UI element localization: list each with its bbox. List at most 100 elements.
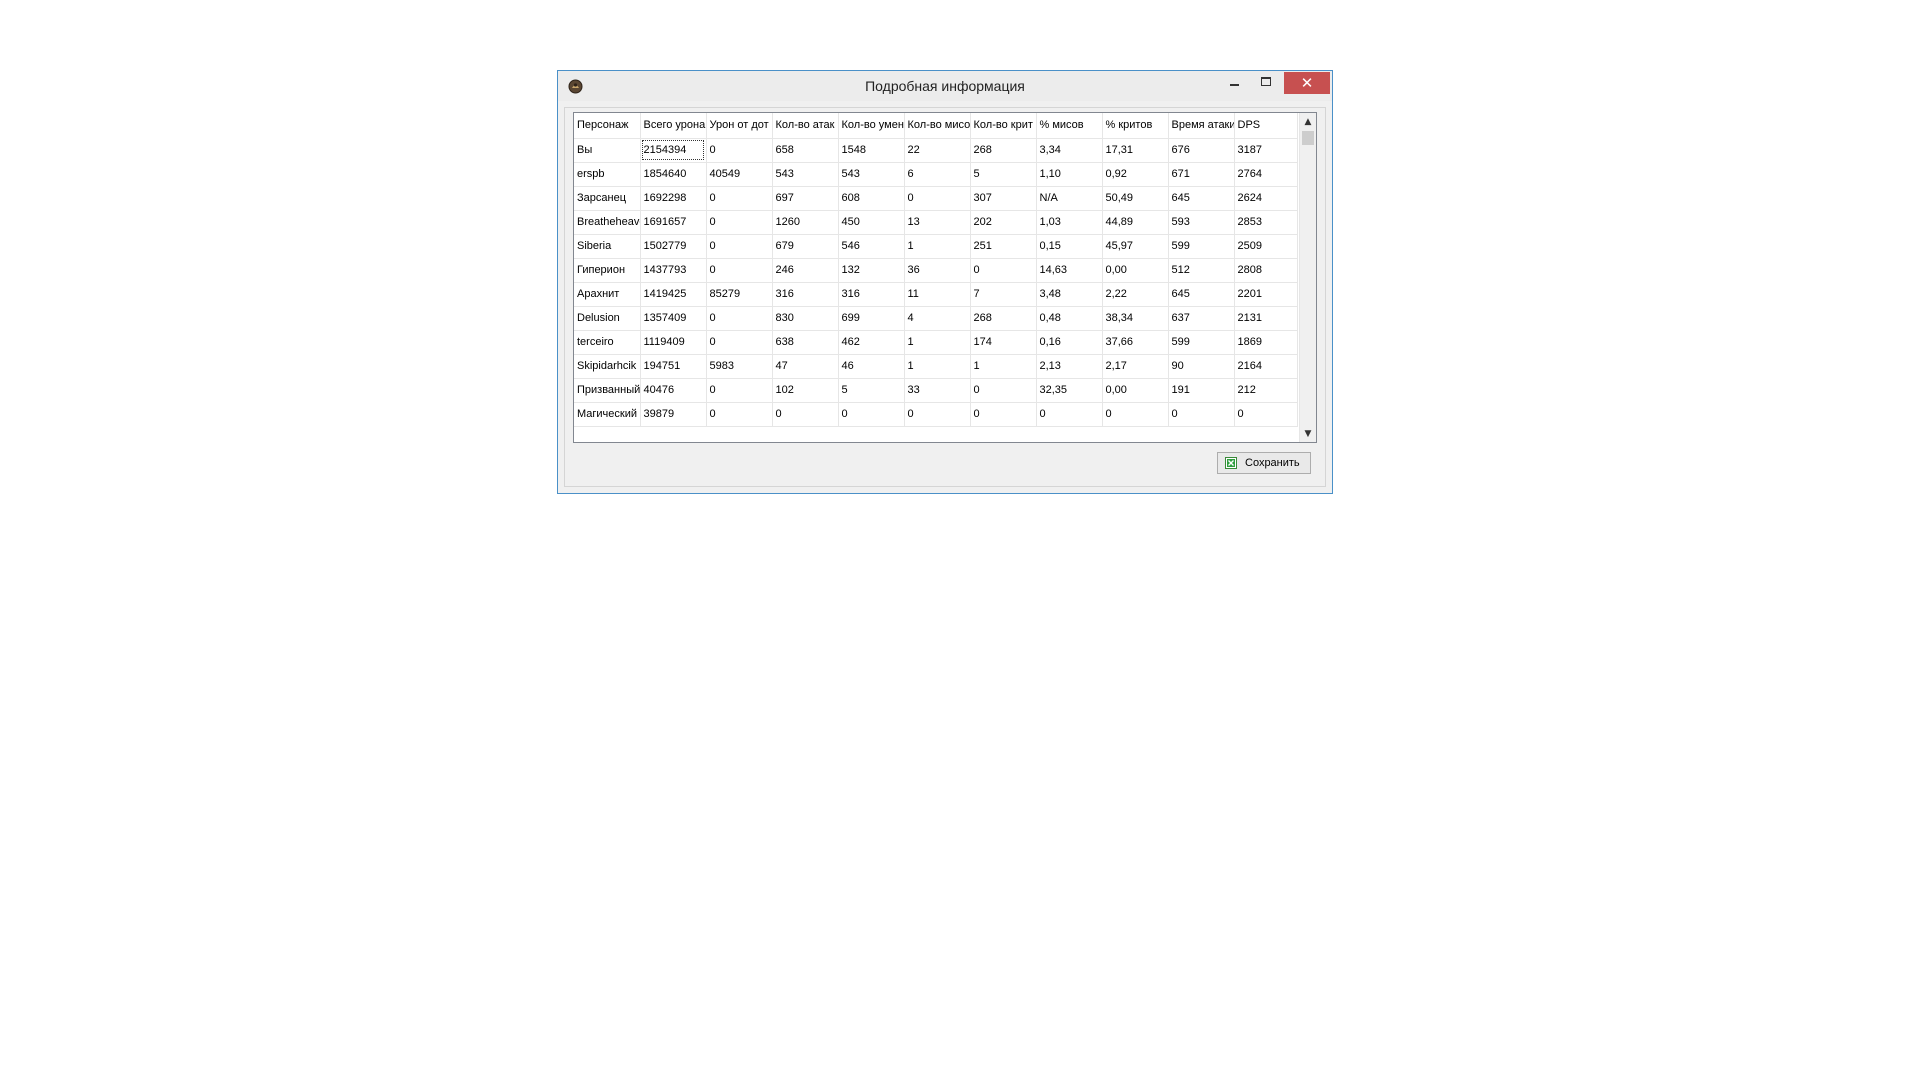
table-cell[interactable]: 0 [1234, 402, 1298, 427]
maximize-button[interactable] [1250, 72, 1282, 94]
table-cell[interactable]: 593 [1168, 210, 1235, 235]
table-cell[interactable]: 0 [706, 258, 773, 283]
table-cell[interactable]: 608 [838, 186, 905, 211]
table-cell[interactable]: 1 [970, 354, 1037, 379]
table-cell[interactable]: 0 [1168, 402, 1235, 427]
table-cell[interactable]: 1357409 [640, 306, 707, 331]
table-cell[interactable]: 6 [904, 162, 971, 187]
column-header[interactable]: Кол-во мисов [904, 113, 971, 139]
table-cell[interactable]: 1691657 [640, 210, 707, 235]
table-cell[interactable]: 645 [1168, 186, 1235, 211]
table-cell[interactable]: 316 [838, 282, 905, 307]
table-cell[interactable]: 1419425 [640, 282, 707, 307]
table-cell[interactable]: 268 [970, 306, 1037, 331]
table-cell[interactable]: 3,34 [1036, 138, 1103, 163]
table-cell[interactable]: 0,92 [1102, 162, 1169, 187]
table-row[interactable]: Арахнит 1419425 85279 316 316 11 7 3,48 2,22 645 2… [574, 282, 1298, 307]
table-cell[interactable]: 2764 [1234, 162, 1298, 187]
table-cell[interactable]: 2164 [1234, 354, 1298, 379]
table-cell[interactable]: 0 [706, 210, 773, 235]
table-row[interactable]: Breatheheaven169165701260450132021,0344,… [574, 210, 1298, 235]
table-cell[interactable]: 17,31 [1102, 138, 1169, 163]
table-cell[interactable]: 5983 [706, 354, 773, 379]
table-cell[interactable]: 40476 [640, 378, 707, 403]
table-cell[interactable]: 0 [706, 138, 773, 163]
table-cell[interactable]: 0 [1102, 402, 1169, 427]
column-header[interactable]: Кол-во крит [970, 113, 1037, 139]
table-row[interactable]: Вы 2154394 0 658 1548 22 268 3,34 17,31 676 3187 [574, 138, 1298, 163]
table-cell[interactable]: 194751 [640, 354, 707, 379]
table-cell[interactable]: 0 [706, 186, 773, 211]
table-cell[interactable]: 599 [1168, 234, 1235, 259]
stats-grid[interactable]: Персонаж Всего урона Урон от дот Кол-во ата… [573, 112, 1317, 443]
column-header[interactable]: DPS [1234, 113, 1298, 139]
table-cell[interactable]: 679 [772, 234, 839, 259]
table-cell[interactable]: 512 [1168, 258, 1235, 283]
character-name-cell[interactable]: Зарсанец [574, 186, 641, 211]
table-cell[interactable]: 33 [904, 378, 971, 403]
table-cell[interactable]: 11 [904, 282, 971, 307]
table-cell[interactable]: 2154394 [640, 138, 707, 163]
table-cell[interactable]: 1,03 [1036, 210, 1103, 235]
table-cell[interactable]: 2509 [1234, 234, 1298, 259]
table-cell[interactable]: 32,35 [1036, 378, 1103, 403]
table-cell[interactable]: 2131 [1234, 306, 1298, 331]
vertical-scrollbar[interactable]: ▲ ▼ [1299, 113, 1316, 442]
table-cell[interactable]: 462 [838, 330, 905, 355]
table-cell[interactable]: 699 [838, 306, 905, 331]
table-cell[interactable]: 0,00 [1102, 258, 1169, 283]
table-cell[interactable]: 13 [904, 210, 971, 235]
table-cell[interactable]: 546 [838, 234, 905, 259]
table-cell[interactable]: 1119409 [640, 330, 707, 355]
table-cell[interactable]: 202 [970, 210, 1037, 235]
table-cell[interactable]: 543 [838, 162, 905, 187]
table-cell[interactable]: 3187 [1234, 138, 1298, 163]
table-cell[interactable]: 697 [772, 186, 839, 211]
table-cell[interactable]: 658 [772, 138, 839, 163]
column-header[interactable]: Персонаж [574, 113, 641, 139]
scroll-up-icon[interactable]: ▲ [1300, 113, 1316, 130]
table-cell[interactable]: 1 [904, 234, 971, 259]
table-cell[interactable]: 2,17 [1102, 354, 1169, 379]
table-cell[interactable]: 599 [1168, 330, 1235, 355]
table-cell[interactable]: N/A [1036, 186, 1103, 211]
table-cell[interactable]: 1869 [1234, 330, 1298, 355]
table-cell[interactable]: 1437793 [640, 258, 707, 283]
table-row[interactable]: Призванный 40476 0 102 5 33 0 32,35 0,00 191 212 [574, 378, 1298, 403]
table-row[interactable]: Skipidarhcik 194751 5983 47 46 1 1 2,13 2,17 90 21… [574, 354, 1298, 379]
table-cell[interactable]: 2853 [1234, 210, 1298, 235]
character-name-cell[interactable]: Breatheheaven [574, 210, 641, 235]
table-row[interactable]: Siberia 1502779 0 679 546 1 251 0,15 45,97 599 250… [574, 234, 1298, 259]
table-cell[interactable]: 316 [772, 282, 839, 307]
table-cell[interactable]: 450 [838, 210, 905, 235]
table-cell[interactable]: 0,48 [1036, 306, 1103, 331]
table-cell[interactable]: 22 [904, 138, 971, 163]
character-name-cell[interactable]: Skipidarhcik [574, 354, 641, 379]
table-cell[interactable]: 0 [706, 306, 773, 331]
table-cell[interactable]: 38,34 [1102, 306, 1169, 331]
table-cell[interactable]: 85279 [706, 282, 773, 307]
table-cell[interactable]: 0 [772, 402, 839, 427]
table-cell[interactable]: 0 [970, 402, 1037, 427]
scroll-down-icon[interactable]: ▼ [1300, 425, 1316, 442]
character-name-cell[interactable]: Delusion [574, 306, 641, 331]
table-cell[interactable]: 0 [838, 402, 905, 427]
table-row[interactable]: Зарсанец 1692298 0 697 608 0 307 N/A 50,49 645 262… [574, 186, 1298, 211]
table-cell[interactable]: 2808 [1234, 258, 1298, 283]
table-cell[interactable]: 44,89 [1102, 210, 1169, 235]
table-row[interactable]: Магический 39879 0 0 0 0 0 0 0 0 0 [574, 402, 1298, 427]
table-cell[interactable]: 671 [1168, 162, 1235, 187]
table-cell[interactable]: 0 [706, 402, 773, 427]
table-cell[interactable]: 36 [904, 258, 971, 283]
character-name-cell[interactable]: erspb [574, 162, 641, 187]
table-cell[interactable]: 5 [970, 162, 1037, 187]
table-cell[interactable]: 0 [904, 186, 971, 211]
table-cell[interactable]: 90 [1168, 354, 1235, 379]
table-cell[interactable]: 307 [970, 186, 1037, 211]
table-cell[interactable]: 1 [904, 354, 971, 379]
table-cell[interactable]: 1 [904, 330, 971, 355]
table-cell[interactable]: 0 [970, 378, 1037, 403]
table-row[interactable]: Delusion 1357409 0 830 699 4 268 0,48 38,34 637 21… [574, 306, 1298, 331]
table-cell[interactable]: 14,63 [1036, 258, 1103, 283]
table-cell[interactable]: 0 [970, 258, 1037, 283]
